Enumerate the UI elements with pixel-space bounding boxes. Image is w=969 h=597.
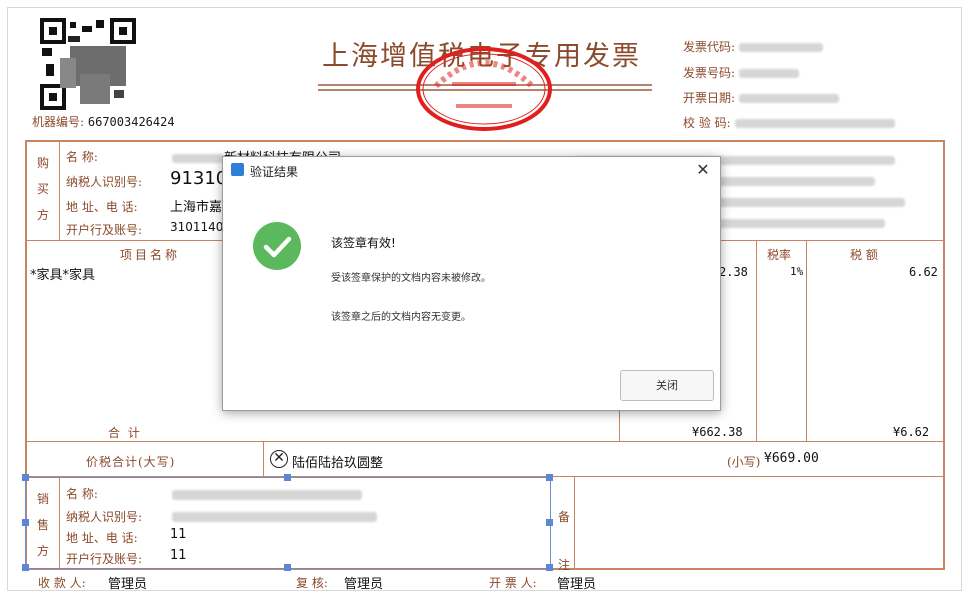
drawer-value: 管理员 [557,577,597,592]
total-label: 合 计 [108,426,142,440]
cross-circle-icon: ✕ [270,450,288,468]
signature-valid-headline: 该签章有效! [331,236,396,250]
buyer-address-label: 地 址、电 话: [66,200,138,214]
machine-number-value: 667003426424 [87,115,175,129]
remark-col-divider [574,476,575,569]
buyer-tax-label: 纳税人识别号: [66,175,143,189]
reviewer-label: 复 核: [296,576,328,590]
check-code-redacted [734,119,895,128]
invoice-date-label: 开票日期: [683,91,736,105]
verification-result-dialog: 验证结果 ✕ 该签章有效! 受该签章保护的文档内容未被修改。 该签章之后的文档内… [222,156,721,411]
resize-handle-bl[interactable] [22,564,29,571]
invoice-number-label: 发票号码: [683,66,736,80]
table-border-right [943,140,945,570]
total-tax-value: ¥6.62 [893,425,930,439]
amount-col-left [619,410,620,441]
tax-amount-header: 税 额 [850,248,878,262]
check-code-label: 校 验 码: [683,116,731,130]
buyer-tax-value: 91310 [170,168,228,189]
qr-code-image [40,18,136,110]
buyer-side-divider [59,140,60,240]
close-button[interactable]: 关闭 [620,370,714,401]
grand-total-small-value: ¥669.00 [764,451,819,466]
item-name-header: 项目名称 [120,248,181,262]
invoice-code-redacted [738,43,823,52]
close-icon[interactable]: ✕ [692,159,714,181]
resize-handle-l[interactable] [22,519,29,526]
reviewer-value: 管理员 [344,577,384,592]
document-unmodified-message: 受该签章保护的文档内容未被修改。 [331,273,491,284]
item-amount-value: 2.38 [719,265,748,279]
rate-col-left [756,240,757,441]
machine-number-label: 机器编号: [32,115,85,129]
resize-handle-r[interactable] [546,519,553,526]
total-row-divider [25,441,945,442]
resize-handle-t[interactable] [284,474,291,481]
invoice-number-redacted [738,69,799,78]
payee-value: 管理员 [108,577,148,592]
resize-handle-tr[interactable] [546,474,553,481]
grand-total-small-label: (小写) [727,455,761,469]
total-amount-value: ¥662.38 [692,425,743,439]
grand-total-upper: 陆佰陆拾玖圆整 [292,456,384,471]
tax-rate-header: 税率 [767,248,792,262]
invoice-date-redacted [738,94,839,103]
payee-label: 收 款 人: [38,576,86,590]
item-name-value: *家具*家具 [30,268,96,283]
buyer-side-label: 购买方 [36,156,49,222]
app-icon [231,163,244,176]
resize-handle-b[interactable] [284,564,291,571]
machine-number: 机器编号: 667003426424 [32,113,175,130]
grand-total-label: 价税合计(大写) [86,455,176,469]
drawer-label: 开 票 人: [489,576,537,590]
item-rate-value: 1% [790,265,804,278]
signature-selection-box[interactable] [25,477,551,569]
resize-handle-br[interactable] [546,564,553,571]
buyer-name-label: 名 称: [66,150,98,164]
buyer-address-value: 上海市嘉 [170,200,223,215]
tax-bureau-seal-image [416,47,552,131]
item-tax-value: 6.62 [909,265,938,279]
check-circle-icon [253,222,301,270]
invoice-code-label: 发票代码: [683,40,736,54]
table-border-top [25,140,944,142]
dialog-title: 验证结果 [250,165,299,179]
buyer-bank-label: 开户行及账号: [66,223,143,237]
no-changes-after-signature-message: 该签章之后的文档内容无变更。 [331,312,471,323]
rate-col-right [806,240,807,441]
resize-handle-tl[interactable] [22,474,29,481]
grand-total-col-divider [263,441,264,476]
